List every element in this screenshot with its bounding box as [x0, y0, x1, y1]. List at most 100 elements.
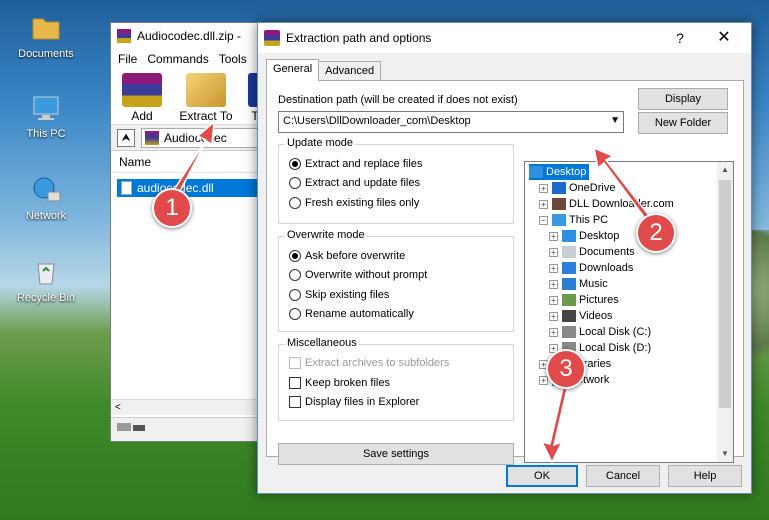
destination-path-combobox[interactable]: C:\Users\DllDownloader_com\Desktop ▼ [278, 111, 624, 133]
step-2-badge: 2 [636, 213, 676, 253]
computer-icon [30, 92, 62, 124]
radio-label: Extract and replace files [305, 158, 423, 170]
checkbox[interactable] [289, 396, 301, 408]
chevron-down-icon[interactable]: ▼ [610, 115, 620, 126]
tree-expander-icon[interactable]: + [549, 295, 558, 305]
tree-item-label: Desktop [546, 166, 587, 178]
check-display-in-explorer[interactable]: Display files in Explorer [289, 396, 419, 408]
desktop-icon-documents[interactable]: Documents [8, 12, 84, 60]
checkbox-disabled [289, 357, 301, 369]
folder-icon [562, 326, 576, 338]
radio-selected[interactable] [289, 158, 301, 170]
radio-unselected[interactable] [289, 308, 301, 320]
check-extract-to-subfolders: Extract archives to subfolders [289, 357, 449, 369]
cancel-button[interactable]: Cancel [586, 465, 660, 487]
tree-item-label: Local Disk (C:) [579, 326, 652, 338]
tab-advanced[interactable]: Advanced [318, 61, 382, 81]
tree-item-label: Local Disk (D:) [579, 342, 652, 354]
desktop-icon-this-pc[interactable]: This PC [8, 92, 84, 140]
radio-selected[interactable] [289, 250, 301, 262]
folder-icon [562, 294, 576, 306]
tree-item-label: This PC [569, 214, 609, 226]
menu-file[interactable]: File [118, 52, 137, 66]
tree-expander-icon[interactable]: + [549, 279, 558, 289]
extract-to-label: Extract To [179, 109, 233, 123]
tree-item-desktop[interactable]: + Desktop [549, 228, 619, 244]
tree-item-videos[interactable]: + Videos [549, 308, 612, 324]
step-3-badge: 3 [546, 349, 586, 389]
desktop-icon-recycle-bin[interactable]: Recycle Bin [8, 256, 84, 304]
folder-icon [30, 12, 62, 44]
tree-expander-icon[interactable]: + [549, 247, 558, 257]
tab-general[interactable]: General [266, 59, 320, 81]
dialog-titlebar[interactable]: Extraction path and options ? ✕ [258, 23, 751, 53]
radio-fresh-existing[interactable]: Fresh existing files only [289, 197, 419, 209]
desktop-icon-network[interactable]: Network [8, 174, 84, 222]
radio-label: Fresh existing files only [305, 197, 420, 209]
add-button[interactable]: Add [117, 73, 167, 123]
close-icon[interactable]: ✕ [709, 27, 739, 49]
tree-expander-icon[interactable]: + [539, 183, 548, 193]
menu-commands[interactable]: Commands [147, 52, 208, 66]
folder-icon [552, 214, 566, 226]
tree-item-this-pc[interactable]: − This PC [539, 212, 608, 228]
checkbox-label: Display files in Explorer [305, 396, 420, 408]
up-folder-button[interactable]: ⮝ [117, 128, 135, 147]
menu-tools[interactable]: Tools [219, 52, 247, 66]
tree-item-dll-downloader-com[interactable]: + DLL Downloader.com [539, 196, 674, 212]
save-settings-button[interactable]: Save settings [278, 443, 514, 465]
radio-unselected[interactable] [289, 289, 301, 301]
tree-expander-icon[interactable]: + [549, 327, 558, 337]
radio-skip-existing[interactable]: Skip existing files [289, 289, 389, 301]
radio-extract-update[interactable]: Extract and update files [289, 177, 420, 189]
scroll-down-arrow[interactable]: ▼ [717, 446, 733, 462]
help-button[interactable]: Help [668, 465, 742, 487]
tree-item-label: Pictures [579, 294, 619, 306]
tree-expander-icon[interactable]: + [549, 231, 558, 241]
help-title-button[interactable]: ? [665, 27, 695, 49]
update-mode-title: Update mode [285, 137, 356, 149]
radio-overwrite-without-prompt[interactable]: Overwrite without prompt [289, 269, 427, 281]
check-keep-broken-files[interactable]: Keep broken files [289, 377, 390, 389]
radio-label: Skip existing files [305, 289, 390, 301]
tree-item-pictures[interactable]: + Pictures [549, 292, 619, 308]
ok-button[interactable]: OK [506, 465, 578, 487]
checkbox-label: Keep broken files [305, 377, 390, 389]
radio-unselected[interactable] [289, 269, 301, 281]
tree-item-documents[interactable]: + Documents [549, 244, 635, 260]
tree-item-local-disk-c[interactable]: + Local Disk (C:) [549, 324, 651, 340]
radio-label: Rename automatically [305, 308, 414, 320]
scrollbar-thumb[interactable] [719, 180, 731, 408]
radio-unselected[interactable] [289, 177, 301, 189]
extract-to-button[interactable]: Extract To [175, 73, 237, 123]
desktop-icon-label: Recycle Bin [16, 292, 76, 304]
checkbox[interactable] [289, 377, 301, 389]
dll-file-icon [121, 181, 132, 195]
extract-folder-icon [186, 73, 226, 107]
overwrite-mode-title: Overwrite mode [285, 229, 367, 241]
destination-path-value: C:\Users\DllDownloader_com\Desktop [283, 115, 471, 127]
radio-label: Ask before overwrite [305, 250, 406, 262]
scroll-up-arrow[interactable]: ▲ [717, 162, 733, 178]
tree-expander-icon[interactable]: + [549, 311, 558, 321]
scroll-left-arrow[interactable]: < [115, 402, 121, 413]
tree-item-music[interactable]: + Music [549, 276, 608, 292]
tree-expander-icon[interactable]: + [539, 199, 548, 209]
radio-rename-automatically[interactable]: Rename automatically [289, 308, 414, 320]
tree-item-desktop[interactable]: Desktop [529, 164, 590, 180]
desktop-icon-label: Documents [18, 48, 74, 60]
radio-unselected[interactable] [289, 197, 301, 209]
tree-item-onedrive[interactable]: + OneDrive [539, 180, 615, 196]
new-folder-button[interactable]: New Folder [638, 112, 728, 134]
radio-ask-before-overwrite[interactable]: Ask before overwrite [289, 250, 405, 262]
tree-expander-icon[interactable]: − [539, 215, 548, 225]
radio-extract-replace[interactable]: Extract and replace files [289, 158, 422, 170]
folder-tree[interactable]: ▲ ▼ Desktop + OneDrive + DLL Downloader.com −… [524, 161, 734, 463]
tree-item-label: Downloads [579, 262, 634, 274]
drive-icon [117, 423, 131, 431]
tree-expander-icon[interactable]: + [549, 263, 558, 273]
extraction-dialog[interactable]: Extraction path and options ? ✕ General … [257, 22, 752, 494]
tree-vertical-scrollbar[interactable]: ▲ ▼ [717, 162, 733, 462]
display-button[interactable]: Display [638, 88, 728, 110]
tree-item-downloads[interactable]: + Downloads [549, 260, 633, 276]
